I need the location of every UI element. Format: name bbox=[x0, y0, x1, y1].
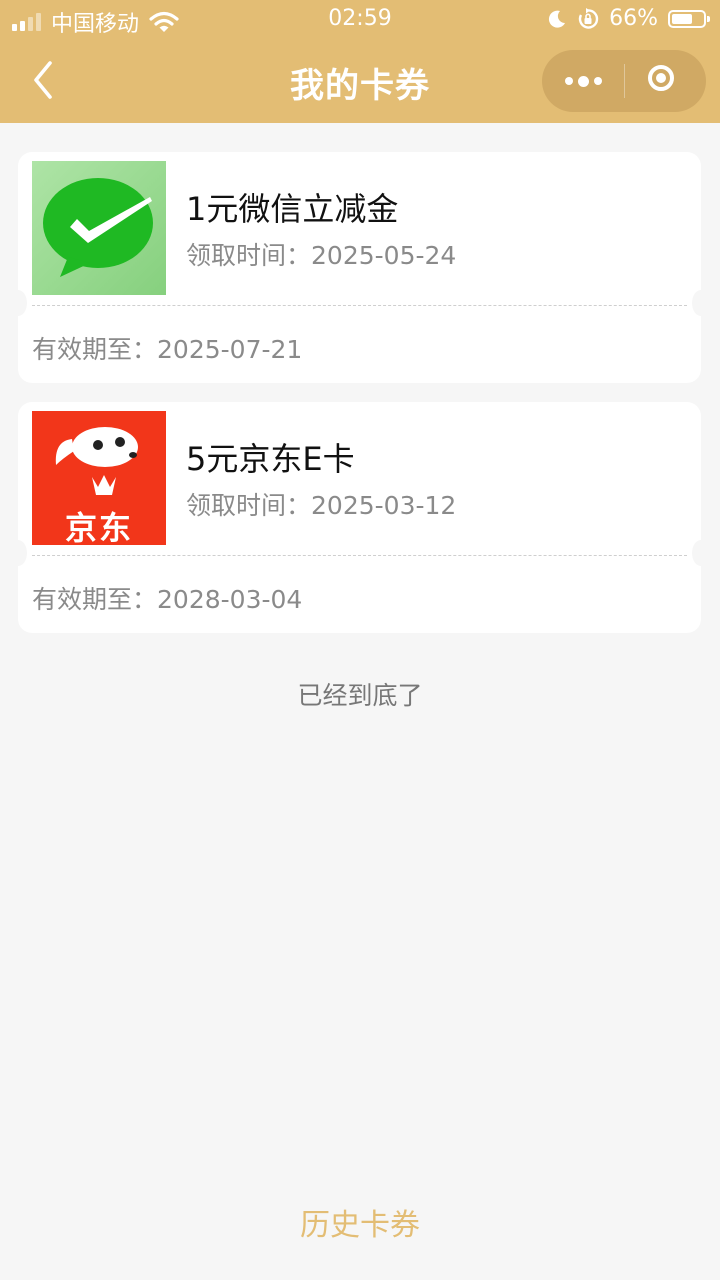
history-coupons-button[interactable]: 历史卡券 bbox=[0, 1200, 720, 1244]
coupon-received-date: 领取时间：2025-03-12 bbox=[186, 491, 457, 520]
coupon-name: 1元微信立减金 bbox=[186, 190, 399, 228]
coupon-valid-until: 有效期至：2025-07-21 bbox=[32, 335, 303, 364]
status-bar: 中国移动 02:59 66% bbox=[0, 0, 720, 40]
coupon-divider bbox=[32, 555, 687, 556]
list-end-text: 已经到底了 bbox=[297, 681, 423, 710]
moon-icon bbox=[549, 10, 566, 28]
more-button[interactable] bbox=[542, 50, 624, 112]
mini-program-capsule bbox=[542, 50, 706, 112]
jd-logo-icon: 京东 bbox=[32, 411, 166, 545]
coupon-name: 5元京东E卡 bbox=[186, 440, 355, 478]
header: 中国移动 02:59 66% 我的卡券 bbox=[0, 0, 720, 123]
battery-icon bbox=[668, 9, 710, 28]
close-button[interactable] bbox=[625, 50, 706, 112]
wechat-logo-icon bbox=[32, 161, 166, 295]
battery-percent: 66% bbox=[609, 6, 658, 31]
jd-logo-text: 京东 bbox=[64, 509, 133, 545]
coupon-valid-until: 有效期至：2028-03-04 bbox=[32, 585, 303, 614]
coupon-card-wechat[interactable]: 1元微信立减金 领取时间：2025-05-24 有效期至：2025-07-21 bbox=[9, 152, 710, 383]
more-dots-icon bbox=[577, 75, 589, 87]
coupon-divider bbox=[32, 305, 687, 306]
coupon-card-jd[interactable]: 京东 5元京东E卡 领取时间：2025-03-12 有效期至：2028-03-0… bbox=[9, 402, 710, 633]
rotation-lock-icon bbox=[578, 7, 599, 29]
coupon-received-date: 领取时间：2025-05-24 bbox=[186, 241, 457, 270]
